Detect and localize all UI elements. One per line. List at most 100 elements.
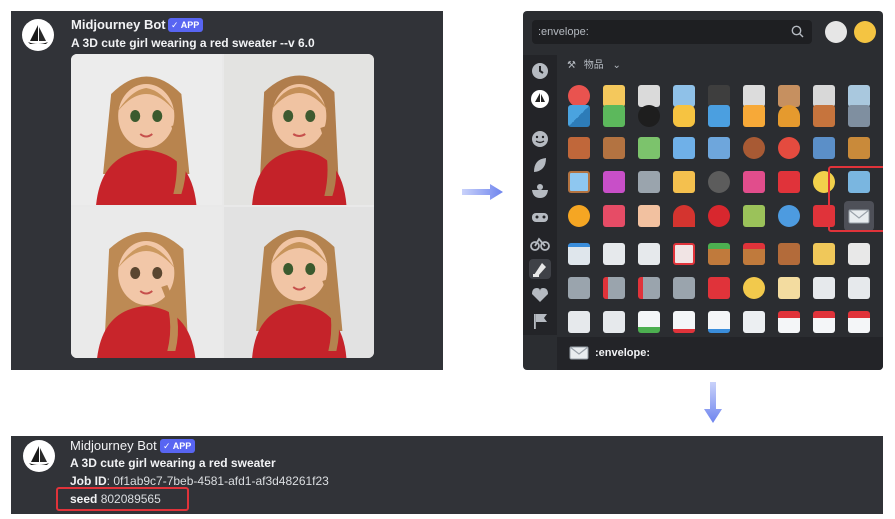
- objects-category-icon[interactable]: [529, 259, 551, 279]
- emoji-item[interactable]: [669, 133, 699, 163]
- emoji-item[interactable]: [564, 201, 594, 231]
- emoji-item[interactable]: [634, 239, 664, 269]
- emoji-item[interactable]: [774, 101, 804, 131]
- emoji-item[interactable]: [844, 101, 874, 131]
- emoji-item[interactable]: [704, 239, 734, 269]
- emoji-picker: :envelope: ⚒ 物品 ⌄:envelope:: [523, 11, 883, 370]
- emoji-item[interactable]: [669, 101, 699, 131]
- envelope-preview-icon: [569, 346, 589, 360]
- emoji-item[interactable]: [739, 307, 769, 337]
- smiley-category-icon[interactable]: [529, 129, 551, 149]
- emoji-item[interactable]: [599, 239, 629, 269]
- generated-image-4[interactable]: [223, 207, 374, 358]
- generated-image-1[interactable]: [71, 54, 222, 205]
- emoji-item[interactable]: [739, 201, 769, 231]
- emoji-item[interactable]: [599, 307, 629, 337]
- recent-icon[interactable]: [529, 61, 551, 81]
- emoji-item[interactable]: [774, 239, 804, 269]
- emoji-item[interactable]: [669, 239, 699, 269]
- flags-category-icon[interactable]: [529, 311, 551, 331]
- emoji-item[interactable]: [739, 239, 769, 269]
- emoji-item[interactable]: [669, 307, 699, 337]
- emoji-item[interactable]: [774, 133, 804, 163]
- emoji-item[interactable]: [739, 101, 769, 131]
- envelope-highlight-box: [828, 166, 883, 232]
- emoji-item[interactable]: [809, 239, 839, 269]
- generated-image-3[interactable]: [71, 207, 222, 358]
- emoji-item[interactable]: [704, 307, 734, 337]
- prompt-text: A 3D cute girl wearing a red sweater --v…: [71, 36, 315, 50]
- emoji-item[interactable]: [704, 167, 734, 197]
- emoji-item[interactable]: [564, 133, 594, 163]
- emoji-item[interactable]: [599, 167, 629, 197]
- sticker-icon[interactable]: [825, 21, 847, 43]
- emoji-item[interactable]: [844, 133, 874, 163]
- generated-image-grid[interactable]: [71, 54, 374, 358]
- emoji-item[interactable]: [844, 239, 874, 269]
- emoji-item[interactable]: [704, 133, 734, 163]
- arrow-down-icon: [704, 382, 722, 423]
- midjourney-bot-avatar[interactable]: [23, 440, 55, 472]
- midjourney-message-panel: Midjourney Bot ✓ APP A 3D cute girl wear…: [11, 11, 443, 370]
- emoji-item[interactable]: [599, 273, 629, 303]
- objects-category-header[interactable]: ⚒ 物品 ⌄: [567, 56, 621, 71]
- emoji-item[interactable]: [774, 167, 804, 197]
- emoji-item[interactable]: [844, 307, 874, 337]
- emoji-item[interactable]: [634, 167, 664, 197]
- job-id-value[interactable]: : 0f1ab9c7-7beb-4581-afd1-af3d48261f23: [107, 474, 329, 488]
- midjourney-info-message: Midjourney Bot ✓ APP A 3D cute girl wear…: [11, 436, 883, 514]
- emoji-item[interactable]: [634, 273, 664, 303]
- nature-category-icon[interactable]: [529, 155, 551, 175]
- emoji-item[interactable]: [634, 201, 664, 231]
- skin-tone-icon[interactable]: [854, 21, 876, 43]
- emoji-preview-label: :envelope:: [595, 347, 651, 359]
- app-badge: ✓ APP: [160, 439, 196, 453]
- emoji-item[interactable]: [564, 101, 594, 131]
- emoji-item[interactable]: [704, 273, 734, 303]
- emoji-item[interactable]: [634, 101, 664, 131]
- emoji-item[interactable]: [809, 273, 839, 303]
- emoji-preview-footer: :envelope:: [557, 337, 883, 370]
- emoji-item[interactable]: [669, 273, 699, 303]
- emoji-item[interactable]: [599, 101, 629, 131]
- activity-category-icon[interactable]: [529, 207, 551, 227]
- emoji-item[interactable]: [564, 273, 594, 303]
- emoji-item[interactable]: [634, 307, 664, 337]
- emoji-item[interactable]: [669, 167, 699, 197]
- prompt-text: A 3D cute girl wearing a red sweater: [70, 456, 276, 470]
- emoji-item[interactable]: [739, 167, 769, 197]
- emoji-item[interactable]: [739, 133, 769, 163]
- emoji-item[interactable]: [774, 273, 804, 303]
- bot-username[interactable]: Midjourney Bot: [70, 438, 157, 453]
- emoji-item[interactable]: [599, 201, 629, 231]
- bot-username[interactable]: Midjourney Bot: [71, 17, 166, 32]
- midjourney-bot-avatar[interactable]: [22, 19, 54, 51]
- emoji-item[interactable]: [809, 133, 839, 163]
- emoji-item[interactable]: [809, 307, 839, 337]
- emoji-item[interactable]: [704, 201, 734, 231]
- app-badge: ✓ APP: [168, 18, 204, 32]
- server-emoji-icon[interactable]: [529, 89, 551, 109]
- emoji-item[interactable]: [774, 201, 804, 231]
- emoji-search-input[interactable]: :envelope:: [532, 20, 812, 44]
- job-id-label: Job ID: [70, 474, 107, 488]
- category-icon: ⚒: [567, 60, 576, 71]
- symbols-category-icon[interactable]: [529, 285, 551, 305]
- emoji-item[interactable]: [809, 101, 839, 131]
- emoji-item[interactable]: [599, 133, 629, 163]
- emoji-item[interactable]: [564, 167, 594, 197]
- emoji-item[interactable]: [774, 307, 804, 337]
- food-category-icon[interactable]: [529, 181, 551, 201]
- category-label: 物品: [583, 60, 604, 71]
- emoji-item[interactable]: [739, 273, 769, 303]
- emoji-item[interactable]: [669, 201, 699, 231]
- emoji-item[interactable]: [634, 133, 664, 163]
- generated-image-2[interactable]: [223, 54, 374, 205]
- emoji-item[interactable]: [704, 101, 734, 131]
- travel-category-icon[interactable]: [529, 233, 551, 253]
- emoji-item[interactable]: [564, 307, 594, 337]
- emoji-item[interactable]: [844, 273, 874, 303]
- search-icon[interactable]: [791, 25, 804, 38]
- emoji-item[interactable]: [564, 239, 594, 269]
- arrow-right-icon: [462, 184, 503, 200]
